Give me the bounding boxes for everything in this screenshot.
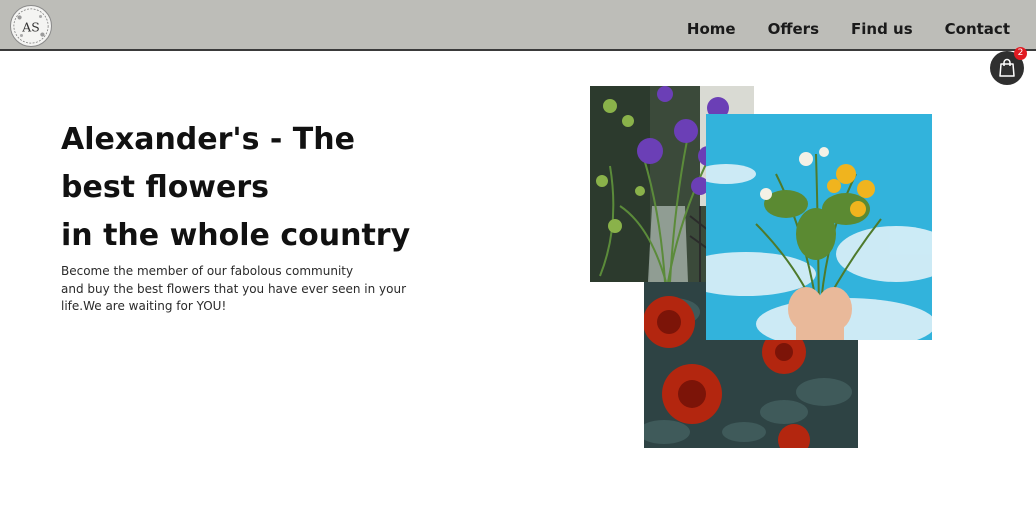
logo-text: AS — [21, 21, 39, 35]
logo[interactable]: AS — [10, 5, 52, 47]
hero-description-line: Become the member of our fabolous commun… — [61, 264, 354, 278]
hero-title-line: in the whole country — [61, 218, 411, 253]
hero-title-line: Alexander's - The — [61, 122, 355, 157]
hero-title-line: best flowers — [61, 170, 270, 205]
logo-icon: AS — [13, 8, 49, 44]
hero-description: Become the member of our fabolous commun… — [61, 263, 441, 316]
nav-offers[interactable]: Offers — [768, 20, 819, 38]
nav-contact[interactable]: Contact — [945, 20, 1010, 38]
main-nav: Home Offers Find us Contact — [687, 0, 1010, 58]
nav-home[interactable]: Home — [687, 20, 736, 38]
bouquet-sky-photo — [706, 114, 932, 340]
hero-title: Alexander's - The best flowers in the wh… — [61, 116, 481, 260]
hero-description-line: life.We are waiting for YOU! — [61, 299, 227, 313]
navbar: AS Home Offers Find us Contact — [0, 0, 1036, 51]
nav-find-us[interactable]: Find us — [851, 20, 913, 38]
cart-count-badge: 2 — [1014, 47, 1027, 60]
shopping-bag-icon — [999, 58, 1015, 77]
hero-description-line: and buy the best flowers that you have e… — [61, 281, 406, 296]
